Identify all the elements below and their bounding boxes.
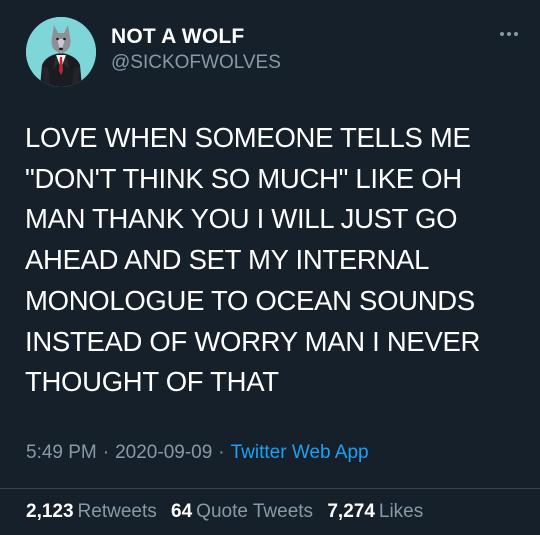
more-icon[interactable] xyxy=(498,28,520,40)
meta-separator: · xyxy=(218,442,225,463)
tweet-card: NOT A WOLF @SICKOFWOLVES LOVE WHEN SOMEO… xyxy=(0,0,540,535)
tweet-source-link[interactable]: Twitter Web App xyxy=(231,442,369,463)
tweet-text: LOVE WHEN SOMEONE TELLS ME "DON'T THINK … xyxy=(25,122,481,398)
likes-label: Likes xyxy=(378,501,424,522)
wolf-avatar-icon xyxy=(26,17,96,87)
display-name[interactable]: NOT A WOLF xyxy=(111,25,244,49)
likes-stat[interactable]: 7,274 Likes xyxy=(327,501,423,522)
likes-count: 7,274 xyxy=(327,501,375,522)
meta-separator: · xyxy=(102,442,110,463)
quote-tweets-label: Quote Tweets xyxy=(196,501,314,522)
avatar[interactable] xyxy=(26,17,96,87)
divider xyxy=(0,488,540,489)
user-handle[interactable]: @SICKOFWOLVES xyxy=(111,52,281,74)
quote-tweets-stat[interactable]: 64 Quote Tweets xyxy=(171,501,313,522)
tweet-date[interactable]: 2020-09-09 xyxy=(115,442,212,463)
retweets-stat[interactable]: 2,123 Retweets xyxy=(26,501,157,522)
retweets-label: Retweets xyxy=(77,501,157,522)
retweets-count: 2,123 xyxy=(26,501,74,522)
tweet-time[interactable]: 5:49 PM xyxy=(26,442,97,463)
engagement-stats: 2,123 Retweets 64 Quote Tweets 7,274 Likes xyxy=(26,501,432,523)
quote-tweets-count: 64 xyxy=(171,501,193,522)
tweet-metadata: 5:49 PM · 2020-09-09 · Twitter Web App xyxy=(26,442,369,464)
